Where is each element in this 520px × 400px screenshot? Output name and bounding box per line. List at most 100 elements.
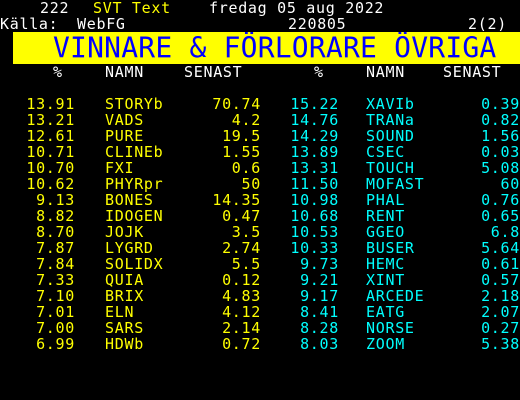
left-percent-cell: 6.99 — [36, 335, 75, 353]
left-name-cell: CLINEb — [105, 143, 164, 161]
right-name-header: NAMN — [366, 63, 405, 81]
page-number: 222 — [40, 0, 70, 17]
left-name-cell: ELN — [105, 303, 135, 321]
right-percent-cell: 10.98 — [290, 191, 339, 209]
left-last-cell: 19.5 — [222, 127, 261, 145]
banner-title: VINNARE & FÖRLORARE ÖVRIGA KL 11.20 — [53, 32, 497, 64]
left-last-cell: 3.5 — [231, 223, 261, 241]
right-percent-cell: 9.73 — [300, 255, 339, 273]
right-percent-cell: 8.41 — [300, 303, 339, 321]
left-name-cell: LYGRD — [105, 239, 154, 257]
right-last-cell: 5.38 — [481, 335, 520, 353]
left-name-header: NAMN — [105, 63, 144, 81]
right-last-cell: 0.65 — [481, 207, 520, 225]
right-name-cell: ZOOM — [366, 335, 405, 353]
right-name-cell: TOUCH — [366, 159, 415, 177]
column-header-row: % NAMN SENAST % NAMN SENAST — [0, 64, 520, 80]
right-last-cell: 0.61 — [481, 255, 520, 273]
right-last-cell: 0.39 — [481, 95, 520, 113]
left-percent-cell: 8.82 — [36, 207, 75, 225]
table-row: 13.91 STORYb 70.74 15.22 XAVIb 0.39 — [0, 96, 520, 112]
left-name-cell: PHYRpr — [105, 175, 164, 193]
right-name-cell: SOUND — [366, 127, 415, 145]
right-name-cell: ARCEDE — [366, 287, 425, 305]
left-percent-cell: 7.10 — [36, 287, 75, 305]
date-code: 220805 — [288, 15, 347, 33]
left-last-cell: 1.55 — [222, 143, 261, 161]
right-name-cell: HEMC — [366, 255, 405, 273]
left-last-cell: 5.5 — [231, 255, 261, 273]
right-name-cell: NORSE — [366, 319, 415, 337]
left-last-cell: 2.74 — [222, 239, 261, 257]
right-name-cell: PHAL — [366, 191, 405, 209]
left-last-cell: 14.35 — [212, 191, 261, 209]
left-name-cell: BONES — [105, 191, 154, 209]
left-percent-cell: 10.62 — [26, 175, 75, 193]
right-last-cell: 5.08 — [481, 159, 520, 177]
second-line: Källa: WebFG 220805 2(2) — [0, 16, 520, 32]
right-percent-cell: 9.21 — [300, 271, 339, 289]
top-line: 222 SVT Text fredag 05 aug 2022 — [0, 0, 520, 16]
right-name-cell: RENT — [366, 207, 405, 225]
right-last-cell: 2.18 — [481, 287, 520, 305]
left-name-cell: SARS — [105, 319, 144, 337]
left-last-cell: 4.2 — [231, 111, 261, 129]
right-percent-cell: 10.33 — [290, 239, 339, 257]
left-percent-cell: 9.13 — [36, 191, 75, 209]
right-last-cell: 6.8 — [490, 223, 520, 241]
right-percent-cell: 10.68 — [290, 207, 339, 225]
table-row: 12.61 PURE 19.5 14.29 SOUND 1.56 — [0, 128, 520, 144]
right-last-cell: 0.57 — [481, 271, 520, 289]
right-name-cell: MOFAST — [366, 175, 425, 193]
left-last-cell: 0.12 — [222, 271, 261, 289]
right-percent-cell: 14.76 — [290, 111, 339, 129]
table-row: 7.10 BRIX 4.83 9.17 ARCEDE 2.18 — [0, 288, 520, 304]
left-percent-cell: 13.21 — [26, 111, 75, 129]
left-last-cell: 0.72 — [222, 335, 261, 353]
left-last-cell: 70.74 — [212, 95, 261, 113]
left-name-cell: PURE — [105, 127, 144, 145]
left-percent-header: % — [53, 63, 63, 81]
left-name-cell: JOJK — [105, 223, 144, 241]
right-name-cell: CSEC — [366, 143, 405, 161]
left-name-cell: IDOGEN — [105, 207, 164, 225]
table-row: 6.99 HDWb 0.72 8.03 ZOOM 5.38 — [0, 336, 520, 352]
right-name-cell: GGEO — [366, 223, 405, 241]
table-row: 7.00 SARS 2.14 8.28 NORSE 0.27 — [0, 320, 520, 336]
table-row: 9.13 BONES 14.35 10.98 PHAL 0.76 — [0, 192, 520, 208]
right-name-cell: TRANa — [366, 111, 415, 129]
page-counter: 2(2) — [468, 15, 507, 33]
right-percent-cell: 13.89 — [290, 143, 339, 161]
left-name-cell: STORYb — [105, 95, 164, 113]
right-percent-cell: 10.53 — [290, 223, 339, 241]
table-row: 8.70 JOJK 3.5 10.53 GGEO 6.8 — [0, 224, 520, 240]
right-name-cell: XINT — [366, 271, 405, 289]
left-name-cell: QUIA — [105, 271, 144, 289]
right-last-cell: 0.03 — [481, 143, 520, 161]
right-last-cell: 1.56 — [481, 127, 520, 145]
left-last-cell: 50 — [241, 175, 261, 193]
left-last-header: SENAST — [184, 63, 243, 81]
right-last-header: SENAST — [443, 63, 502, 81]
source-value: WebFG — [77, 15, 126, 33]
right-percent-cell: 13.31 — [290, 159, 339, 177]
table-row: 7.87 LYGRD 2.74 10.33 BUSER 5.64 — [0, 240, 520, 256]
left-last-cell: 4.83 — [222, 287, 261, 305]
source-label: Källa: — [0, 15, 59, 33]
table-row: 13.21 VADS 4.2 14.76 TRANa 0.82 — [0, 112, 520, 128]
left-percent-cell: 10.70 — [26, 159, 75, 177]
left-percent-cell: 13.91 — [26, 95, 75, 113]
title-banner: VINNARE & FÖRLORARE ÖVRIGA KL 11.20 — [13, 32, 520, 64]
left-percent-cell: 7.00 — [36, 319, 75, 337]
left-percent-cell: 7.01 — [36, 303, 75, 321]
table-row: 7.84 SOLIDX 5.5 9.73 HEMC 0.61 — [0, 256, 520, 272]
left-percent-cell: 7.87 — [36, 239, 75, 257]
left-percent-cell: 12.61 — [26, 127, 75, 145]
right-last-cell: 0.76 — [481, 191, 520, 209]
right-name-cell: EATG — [366, 303, 405, 321]
right-last-cell: 0.82 — [481, 111, 520, 129]
teletext-screen: 222 SVT Text fredag 05 aug 2022 Källa: W… — [0, 0, 520, 400]
right-last-cell: 2.07 — [481, 303, 520, 321]
left-percent-cell: 7.33 — [36, 271, 75, 289]
right-percent-cell: 14.29 — [290, 127, 339, 145]
